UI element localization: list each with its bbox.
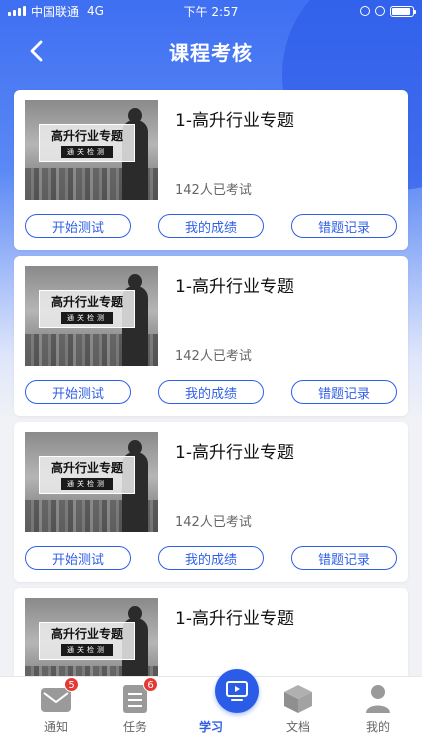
tab-profile[interactable]: 我的 xyxy=(336,677,420,750)
course-thumbnail: 高升行业专题 通关检测 xyxy=(25,100,158,200)
box-icon xyxy=(284,685,312,713)
tab-label: 通知 xyxy=(43,720,68,734)
tab-study[interactable]: 学习 xyxy=(169,669,259,750)
orientation-lock-icon xyxy=(360,6,370,16)
chevron-left-icon xyxy=(30,40,43,62)
thumbnail-subtitle: 通关检测 xyxy=(61,643,113,656)
course-title: 1-高升行业专题 xyxy=(175,609,294,629)
signal-icon xyxy=(8,6,26,16)
thumbnail-title: 高升行业专题 xyxy=(50,460,123,475)
wrong-answers-button[interactable]: 错题记录 xyxy=(291,214,397,238)
tab-documents[interactable]: 文档 xyxy=(256,677,340,750)
thumbnail-title: 高升行业专题 xyxy=(50,294,123,309)
course-title: 1-高升行业专题 xyxy=(175,443,294,463)
my-scores-button[interactable]: 我的成绩 xyxy=(158,546,264,570)
course-list: 高升行业专题 通关检测 1-高升行业专题 142人已考试 开始测试 我的成绩 错… xyxy=(14,90,408,750)
nav-bar: 课程考核 xyxy=(0,26,422,76)
tab-bar: 5 通知 6 任务 学习 文档 我的 xyxy=(0,669,422,750)
exam-count: 142人已考试 xyxy=(175,183,252,198)
thumbnail-subtitle: 通关检测 xyxy=(61,311,113,324)
thumbnail-title: 高升行业专题 xyxy=(50,626,123,641)
page-title: 课程考核 xyxy=(169,40,253,65)
notification-badge: 5 xyxy=(64,677,79,692)
tab-notifications[interactable]: 5 通知 xyxy=(14,677,98,750)
card-actions: 开始测试 我的成绩 错题记录 xyxy=(25,380,397,404)
tab-label: 学习 xyxy=(198,720,223,734)
course-title: 1-高升行业专题 xyxy=(175,111,294,131)
tab-label: 我的 xyxy=(365,720,390,734)
tab-label: 文档 xyxy=(285,720,310,734)
card-actions: 开始测试 我的成绩 错题记录 xyxy=(25,214,397,238)
thumbnail-subtitle: 通关检测 xyxy=(61,477,113,490)
course-thumbnail: 高升行业专题 通关检测 xyxy=(25,266,158,366)
my-scores-button[interactable]: 我的成绩 xyxy=(158,214,264,238)
course-thumbnail: 高升行业专题 通关检测 xyxy=(25,432,158,532)
start-test-button[interactable]: 开始测试 xyxy=(25,380,131,404)
course-card[interactable]: 高升行业专题 通关检测 1-高升行业专题 142人已考试 开始测试 我的成绩 错… xyxy=(14,90,408,250)
start-test-button[interactable]: 开始测试 xyxy=(25,546,131,570)
user-icon xyxy=(366,685,390,713)
thumbnail-subtitle: 通关检测 xyxy=(61,145,113,158)
course-card[interactable]: 高升行业专题 通关检测 1-高升行业专题 142人已考试 开始测试 我的成绩 错… xyxy=(14,256,408,416)
exam-count: 142人已考试 xyxy=(175,349,252,364)
wrong-answers-button[interactable]: 错题记录 xyxy=(291,380,397,404)
play-screen-icon xyxy=(226,681,248,701)
exam-count: 142人已考试 xyxy=(175,515,252,530)
status-right xyxy=(360,5,416,17)
back-button[interactable] xyxy=(22,36,52,66)
alarm-icon xyxy=(375,6,385,16)
tab-label: 任务 xyxy=(122,720,147,734)
course-card[interactable]: 高升行业专题 通关检测 1-高升行业专题 142人已考试 开始测试 我的成绩 错… xyxy=(14,422,408,582)
network-label: 4G xyxy=(87,4,104,18)
tab-tasks[interactable]: 6 任务 xyxy=(93,677,177,750)
wrong-answers-button[interactable]: 错题记录 xyxy=(291,546,397,570)
my-scores-button[interactable]: 我的成绩 xyxy=(158,380,264,404)
task-badge: 6 xyxy=(143,677,158,692)
battery-icon xyxy=(390,5,416,17)
card-actions: 开始测试 我的成绩 错题记录 xyxy=(25,546,397,570)
carrier-label: 中国联通 xyxy=(31,4,80,19)
thumbnail-title: 高升行业专题 xyxy=(50,128,123,143)
start-test-button[interactable]: 开始测试 xyxy=(25,214,131,238)
status-bar: 中国联通 4G 下午 2:57 xyxy=(0,0,422,22)
course-title: 1-高升行业专题 xyxy=(175,277,294,297)
